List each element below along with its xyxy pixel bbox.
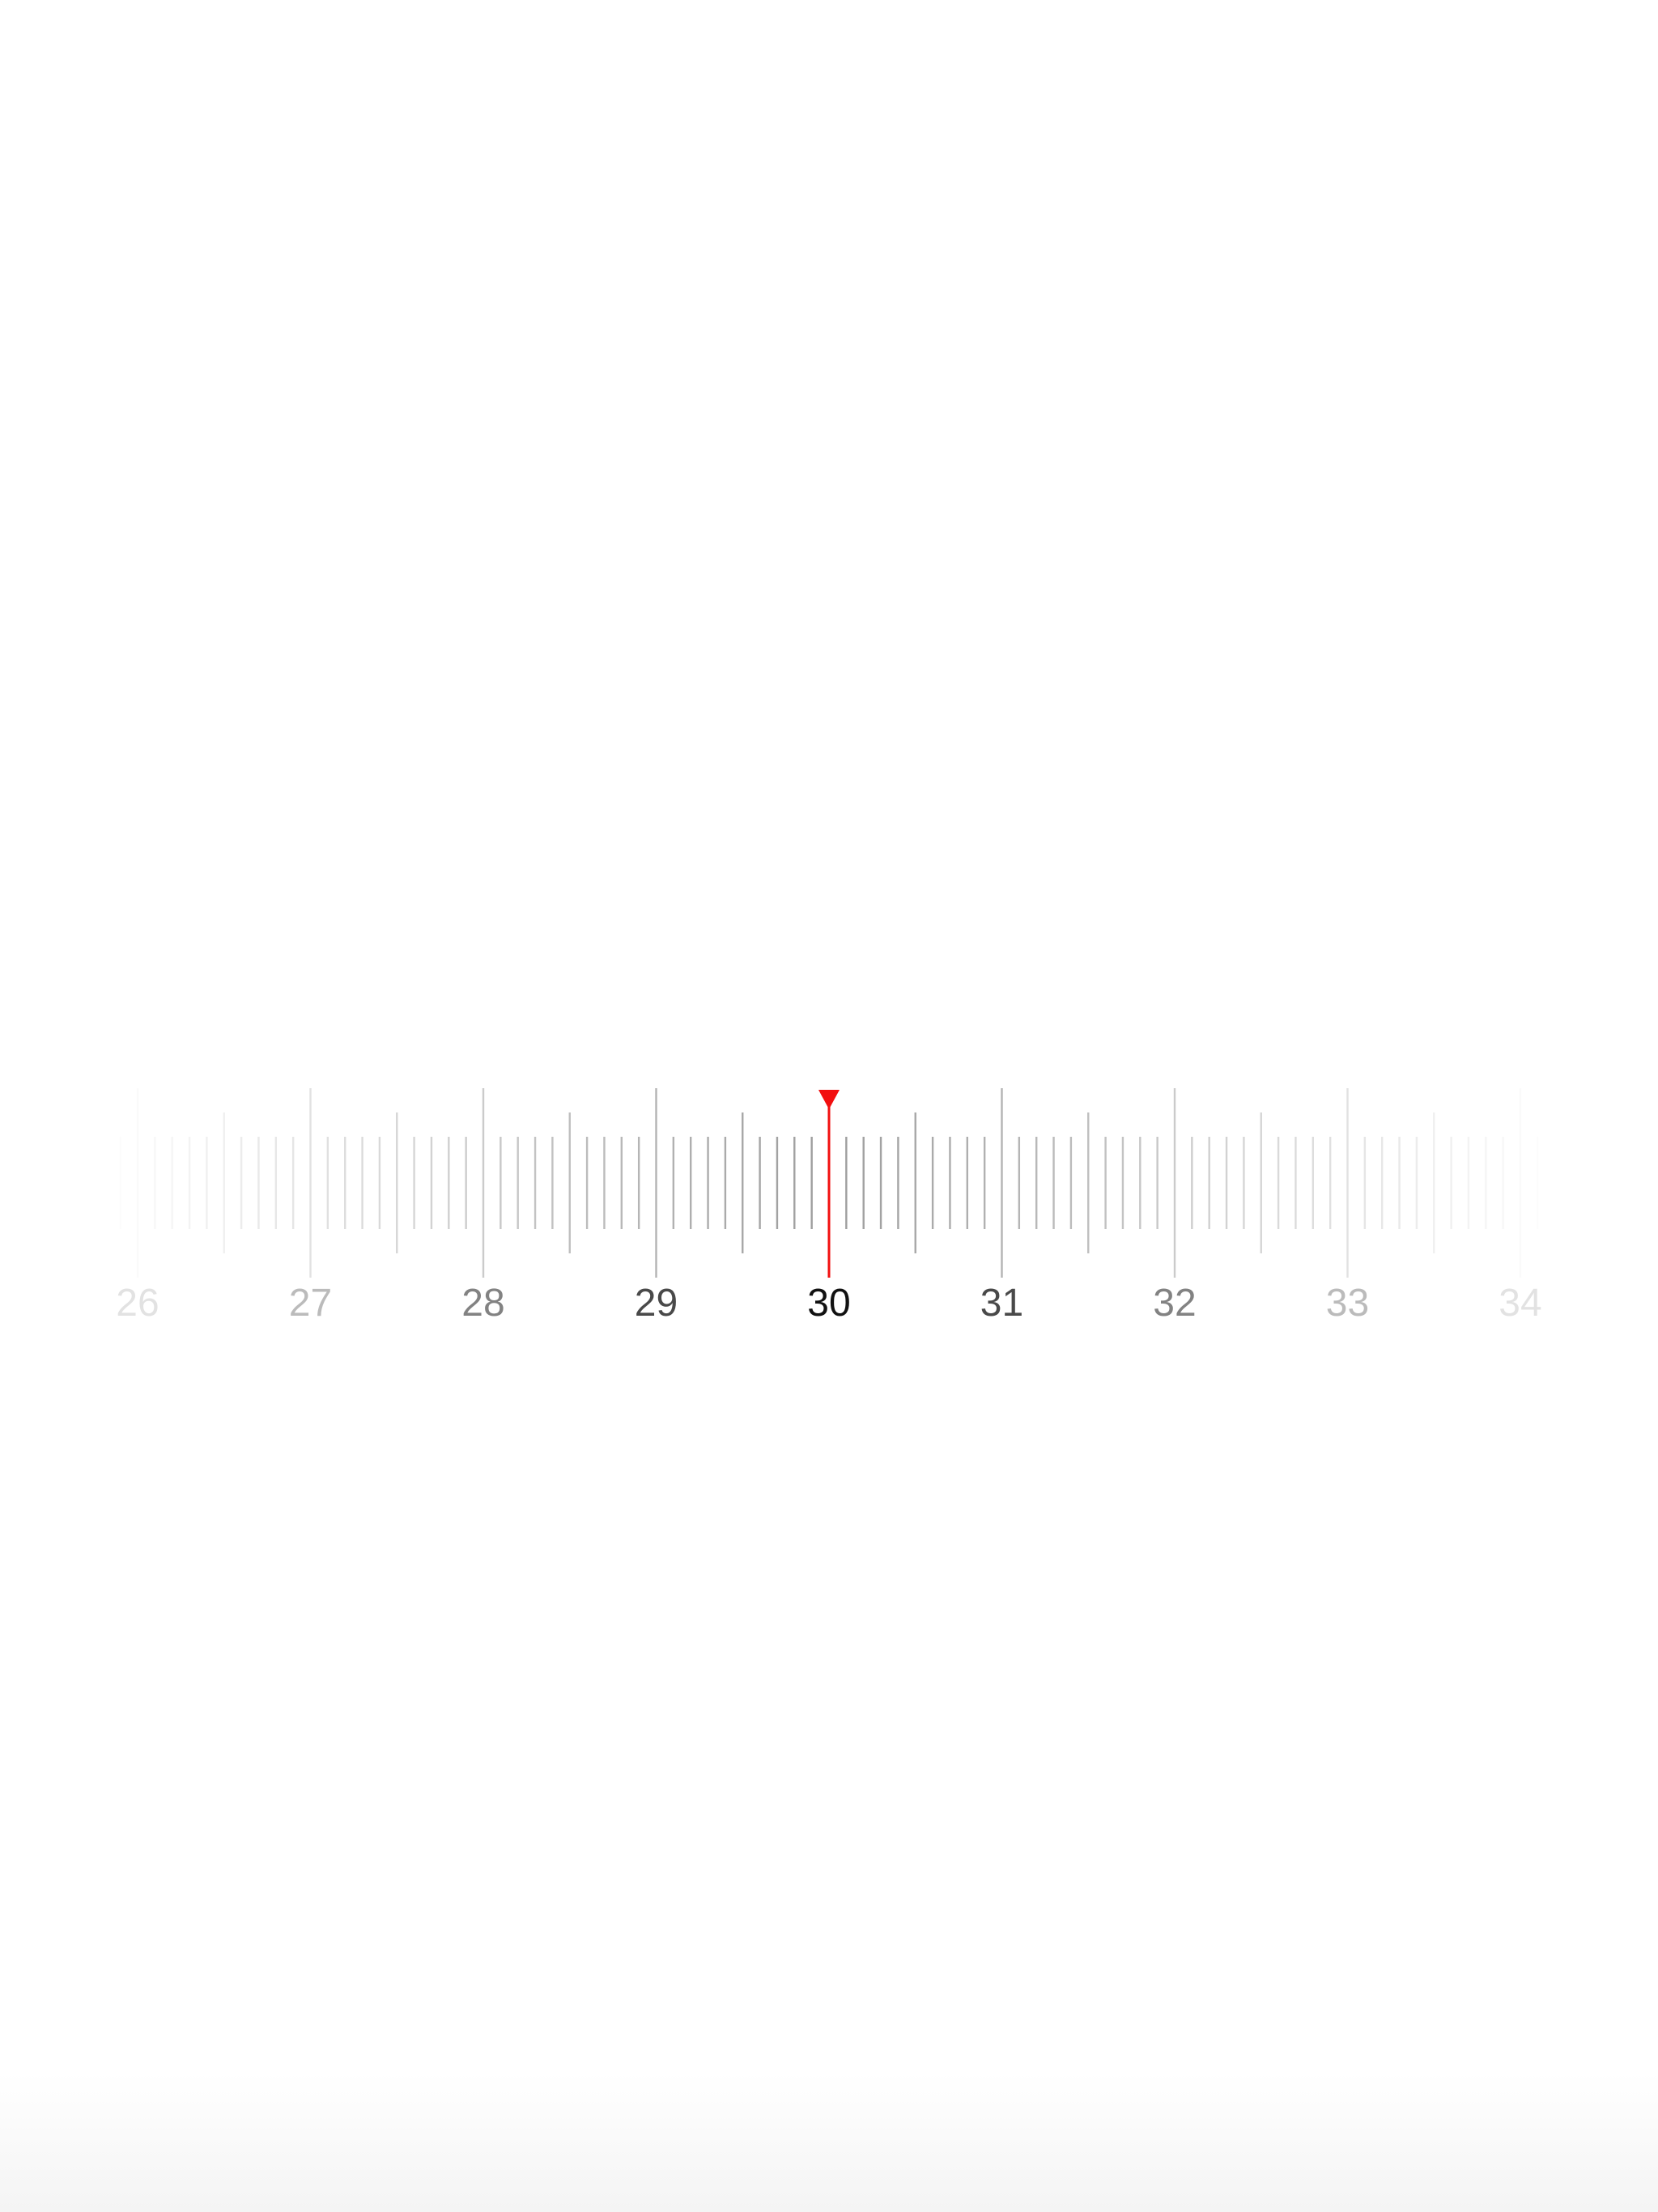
ruler-label: 31 xyxy=(980,1282,1023,1325)
indicator-arrow-icon xyxy=(818,1090,840,1109)
ruler-label: 32 xyxy=(1153,1282,1196,1325)
selection-indicator xyxy=(818,1090,840,1278)
value-ruler-slider[interactable]: 26 27 28 29 30 31 32 33 34 xyxy=(0,1069,1658,1336)
ruler-label: 29 xyxy=(635,1282,678,1325)
ruler-label: 33 xyxy=(1326,1282,1369,1325)
ruler-label: 30 xyxy=(807,1282,850,1325)
ruler-label: 28 xyxy=(461,1282,504,1325)
ruler-scale[interactable]: 26 27 28 29 30 31 32 33 34 xyxy=(0,1069,1658,1336)
screen: 26 27 28 29 30 31 32 33 34 xyxy=(0,0,1658,2212)
ruler-label: 34 xyxy=(1499,1282,1541,1325)
ruler-label: 26 xyxy=(116,1282,159,1325)
ruler-labels: 26 27 28 29 30 31 32 33 34 xyxy=(116,1282,1541,1325)
ruler-label: 27 xyxy=(289,1282,332,1325)
